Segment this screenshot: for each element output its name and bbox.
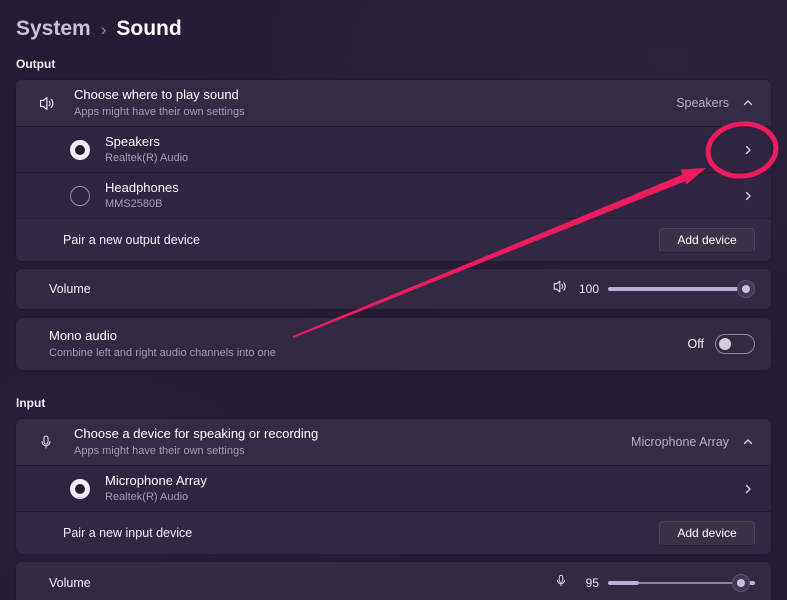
- input-device-picker-row[interactable]: Choose a device for speaking or recordin…: [16, 419, 771, 465]
- microphone-icon: [32, 433, 60, 451]
- output-picker-title: Choose where to play sound: [74, 88, 245, 102]
- microphone-array-description: Realtek(R) Audio: [105, 491, 207, 503]
- output-volume-value: 100: [577, 282, 599, 296]
- chevron-right-icon[interactable]: [741, 482, 755, 496]
- input-volume-label: Volume: [49, 576, 91, 590]
- pair-input-label: Pair a new input device: [63, 526, 192, 540]
- input-volume-card: Volume 95: [16, 562, 771, 600]
- speakers-radio[interactable]: [70, 140, 90, 160]
- pair-input-device-row: Pair a new input device Add device: [16, 511, 771, 554]
- mono-audio-title: Mono audio: [49, 329, 276, 343]
- headphones-name: Headphones: [105, 181, 179, 195]
- output-device-card: Choose where to play sound Apps might ha…: [16, 80, 771, 261]
- output-volume-label: Volume: [49, 282, 91, 296]
- microphone-icon[interactable]: [554, 572, 568, 594]
- mono-audio-card: Mono audio Combine left and right audio …: [16, 318, 771, 370]
- settings-sound-page: System › Sound Output Choose where to pl…: [0, 0, 787, 600]
- headphones-radio[interactable]: [70, 186, 90, 206]
- input-section-label: Input: [16, 396, 771, 410]
- speakers-description: Realtek(R) Audio: [105, 152, 188, 164]
- mono-audio-toggle[interactable]: [715, 334, 755, 354]
- chevron-up-icon[interactable]: [741, 435, 755, 449]
- chevron-right-icon[interactable]: [741, 143, 755, 157]
- input-selected-device: Microphone Array: [631, 435, 729, 449]
- input-volume-slider-thumb[interactable]: [732, 574, 750, 592]
- output-selected-device: Speakers: [676, 96, 729, 110]
- speaker-icon: [32, 94, 60, 113]
- input-device-row-microphone-array[interactable]: Microphone Array Realtek(R) Audio: [16, 465, 771, 511]
- input-picker-subtitle: Apps might have their own settings: [74, 445, 318, 457]
- input-device-card: Choose a device for speaking or recordin…: [16, 419, 771, 554]
- mono-audio-state: Off: [688, 337, 704, 351]
- output-volume-card: Volume 100: [16, 269, 771, 309]
- chevron-right-icon[interactable]: [741, 189, 755, 203]
- input-picker-title: Choose a device for speaking or recordin…: [74, 427, 318, 441]
- output-volume-slider[interactable]: [608, 279, 755, 299]
- speakers-name: Speakers: [105, 135, 188, 149]
- output-section-label: Output: [16, 57, 771, 71]
- mono-audio-subtitle: Combine left and right audio channels in…: [49, 347, 276, 359]
- output-device-row-headphones[interactable]: Headphones MMS2580B: [16, 172, 771, 218]
- output-device-picker-row[interactable]: Choose where to play sound Apps might ha…: [16, 80, 771, 126]
- output-picker-subtitle: Apps might have their own settings: [74, 106, 245, 118]
- input-volume-value: 95: [577, 576, 599, 590]
- microphone-array-name: Microphone Array: [105, 474, 207, 488]
- speaker-icon[interactable]: [551, 278, 568, 300]
- breadcrumb-separator-icon: ›: [101, 19, 107, 40]
- input-volume-slider[interactable]: [608, 573, 755, 593]
- output-volume-slider-thumb[interactable]: [737, 280, 755, 298]
- output-device-row-speakers[interactable]: Speakers Realtek(R) Audio: [16, 126, 771, 172]
- microphone-array-radio[interactable]: [70, 479, 90, 499]
- chevron-up-icon[interactable]: [741, 96, 755, 110]
- pair-output-device-row: Pair a new output device Add device: [16, 218, 771, 261]
- pair-output-label: Pair a new output device: [63, 233, 200, 247]
- breadcrumb: System › Sound: [16, 14, 771, 44]
- add-output-device-button[interactable]: Add device: [659, 228, 755, 253]
- headphones-description: MMS2580B: [105, 198, 179, 210]
- breadcrumb-system[interactable]: System: [16, 17, 91, 41]
- page-title: Sound: [116, 17, 181, 41]
- add-input-device-button[interactable]: Add device: [659, 521, 755, 546]
